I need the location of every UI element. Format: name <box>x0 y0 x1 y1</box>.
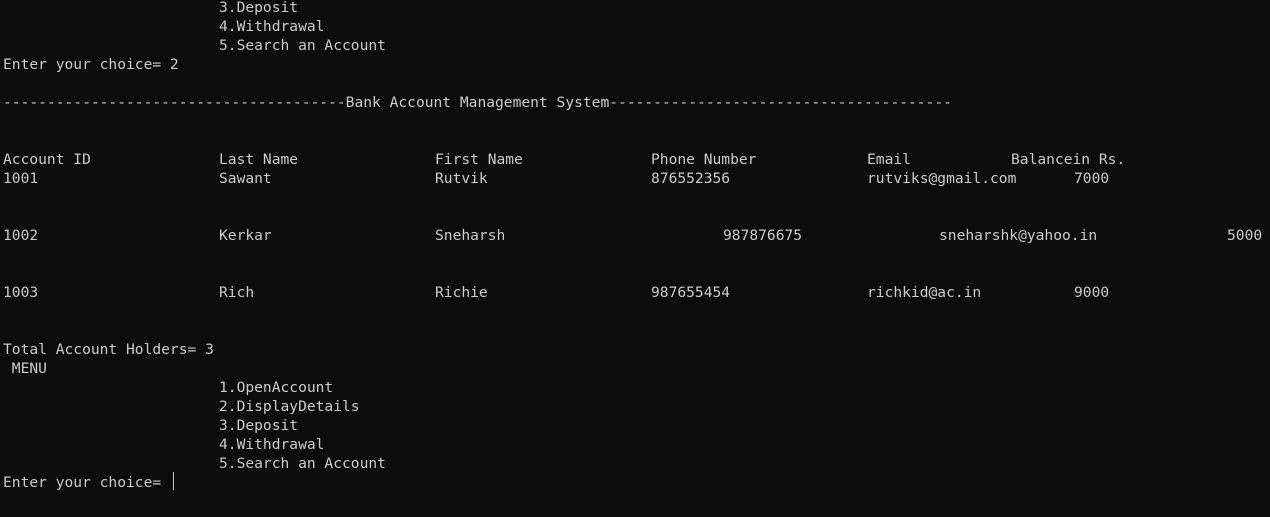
menu-title: MENU <box>3 360 47 377</box>
menu-item-search-top: 5.Search an Account <box>219 37 386 54</box>
choice-prompt-input[interactable]: Enter your choice= <box>3 473 170 492</box>
row-1-balance: 7000 <box>1074 170 1110 187</box>
row-2-phone: 987876675 <box>723 227 803 244</box>
menu-item-withdrawal: 4.Withdrawal <box>219 436 325 453</box>
row-3-first-name: Richie <box>435 284 488 301</box>
row-3-account-id: 1003 <box>3 284 39 301</box>
menu-item-deposit-top: 3.Deposit <box>219 0 299 16</box>
row-2-account-id: 1002 <box>3 227 39 244</box>
row-3-last-name: Rich <box>219 284 255 301</box>
menu-item-withdrawal-top: 4.Withdrawal <box>219 18 325 35</box>
header-last-name: Last Name <box>219 151 299 168</box>
row-1-email: rutviks@gmail.com <box>867 170 1017 187</box>
header-account-id: Account ID <box>3 151 91 168</box>
text-cursor <box>173 472 174 490</box>
row-1-phone: 876552356 <box>651 170 731 187</box>
menu-item-open-account: 1.OpenAccount <box>219 379 334 396</box>
header-email: Email <box>867 151 911 168</box>
row-1-account-id: 1001 <box>3 170 39 187</box>
terminal-window[interactable]: 3.Deposit 4.Withdrawal 5.Search an Accou… <box>0 0 1270 517</box>
menu-item-deposit: 3.Deposit <box>219 417 299 434</box>
menu-item-search-account: 5.Search an Account <box>219 455 386 472</box>
title-banner: ---------------------------------------B… <box>3 94 952 111</box>
header-phone-number: Phone Number <box>651 151 757 168</box>
row-2-first-name: Sneharsh <box>435 227 506 244</box>
menu-item-display-details: 2.DisplayDetails <box>219 398 360 415</box>
choice-prompt-entered: Enter your choice= 2 <box>3 56 179 73</box>
row-1-first-name: Rutvik <box>435 170 488 187</box>
row-2-last-name: Kerkar <box>219 227 272 244</box>
row-2-email: sneharshk@yahoo.in <box>939 227 1098 244</box>
row-3-phone: 987655454 <box>651 284 731 301</box>
header-first-name: First Name <box>435 151 523 168</box>
header-balance: Balancein Rs. <box>1011 151 1126 168</box>
row-1-last-name: Sawant <box>219 170 272 187</box>
row-3-balance: 9000 <box>1074 284 1110 301</box>
row-2-balance: 5000 <box>1227 227 1263 244</box>
total-account-holders: Total Account Holders= 3 <box>3 341 214 358</box>
row-3-email: richkid@ac.in <box>867 284 982 301</box>
